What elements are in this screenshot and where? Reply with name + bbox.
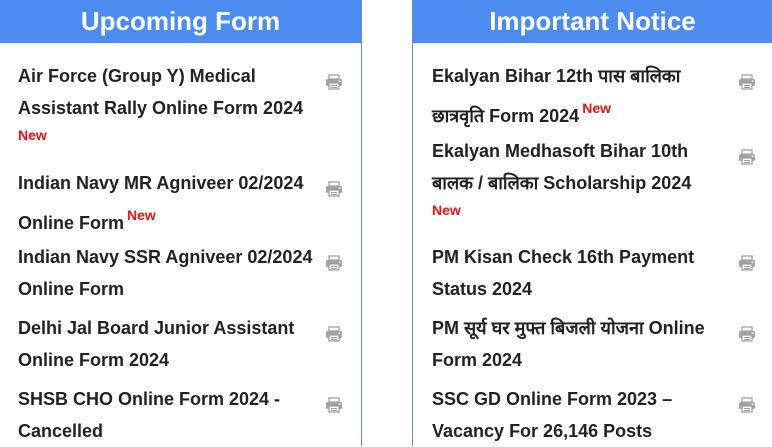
item-link[interactable]: SHSB CHO Online Form 2024 - Cancelled [18, 389, 280, 441]
printer-icon[interactable] [325, 397, 343, 413]
important-notice-panel: Important Notice Ekalyan Bihar 12th पास … [412, 0, 772, 446]
new-badge: New [432, 202, 461, 218]
printer-icon[interactable] [738, 149, 756, 165]
printer-icon[interactable] [738, 397, 756, 413]
printer-icon[interactable] [738, 74, 756, 90]
panel-title: Important Notice [413, 0, 772, 43]
printer-icon[interactable] [738, 255, 756, 271]
item-link[interactable]: Ekalyan Medhasoft Bihar 10th बालक / बालि… [432, 141, 691, 193]
new-badge: New [127, 207, 156, 223]
item-link[interactable]: Ekalyan Bihar 12th पास बालिका छात्रवृति … [432, 66, 680, 126]
item-link[interactable]: Air Force (Group Y) Medical Assistant Ra… [18, 66, 303, 118]
panel-title: Upcoming Form [0, 0, 361, 43]
new-badge: New [18, 127, 47, 143]
item-link[interactable]: Delhi Jal Board Junior Assistant Online … [18, 318, 294, 370]
list-item[interactable]: PM सूर्य घर मुफ्त बिजली योजना Online For… [432, 312, 772, 376]
list-item[interactable]: Ekalyan Medhasoft Bihar 10th बालक / बालि… [432, 135, 772, 221]
list-item[interactable]: SSC GD Online Form 2023 – Vacancy For 26… [432, 383, 772, 447]
printer-icon[interactable] [325, 74, 343, 90]
list-item[interactable]: Indian Navy MR Agniveer 02/2024 Online F… [18, 167, 361, 239]
list-item[interactable]: Indian Navy SSR Agniveer 02/2024 Online … [18, 241, 361, 305]
printer-icon[interactable] [325, 255, 343, 271]
item-link[interactable]: Indian Navy MR Agniveer 02/2024 Online F… [18, 173, 303, 233]
list-item[interactable]: Ekalyan Bihar 12th पास बालिका छात्रवृति … [432, 60, 772, 132]
list-item[interactable]: PM Kisan Check 16th Payment Status 2024 [432, 241, 772, 305]
printer-icon[interactable] [738, 326, 756, 342]
list-item[interactable]: Air Force (Group Y) Medical Assistant Ra… [18, 60, 361, 146]
list-item[interactable]: SHSB CHO Online Form 2024 - Cancelled [18, 383, 361, 447]
new-badge: New [582, 100, 611, 116]
item-link[interactable]: PM Kisan Check 16th Payment Status 2024 [432, 247, 694, 299]
printer-icon[interactable] [325, 326, 343, 342]
upcoming-form-panel: Upcoming Form Air Force (Group Y) Medica… [0, 0, 362, 446]
item-link[interactable]: SSC GD Online Form 2023 – Vacancy For 26… [432, 389, 672, 441]
printer-icon[interactable] [325, 181, 343, 197]
item-link[interactable]: PM सूर्य घर मुफ्त बिजली योजना Online For… [432, 318, 705, 370]
item-link[interactable]: Indian Navy SSR Agniveer 02/2024 Online … [18, 247, 312, 299]
list-item[interactable]: Delhi Jal Board Junior Assistant Online … [18, 312, 361, 376]
